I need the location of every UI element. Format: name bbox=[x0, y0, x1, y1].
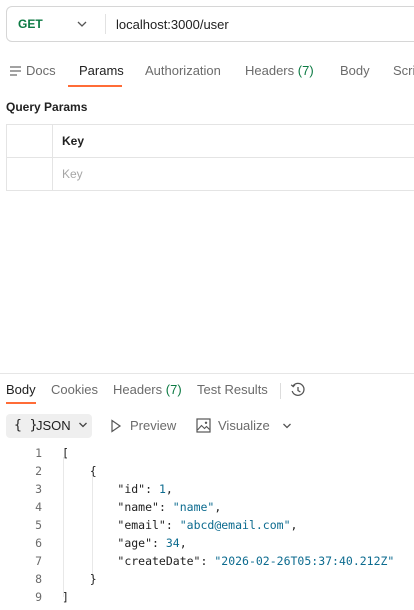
code-line: 8 } bbox=[0, 570, 414, 588]
response-tab-headers-label: Headers bbox=[113, 382, 163, 397]
code-line: 7 "createDate": "2026-02-26T05:37:40.212… bbox=[0, 552, 414, 570]
line-number: 3 bbox=[35, 482, 42, 496]
code-text: "email": "abcd@email.com", bbox=[117, 518, 298, 532]
response-tab-test-results-label: Test Results bbox=[197, 382, 268, 397]
code-line: 6 "age": 34, bbox=[0, 534, 414, 552]
format-json-select[interactable]: { } JSON bbox=[6, 414, 92, 438]
table-header-row: Key bbox=[6, 125, 414, 158]
image-icon bbox=[196, 418, 211, 433]
tab-docs[interactable]: Docs bbox=[10, 54, 56, 87]
tab-params-label: Params bbox=[79, 63, 124, 78]
json-key: "age" bbox=[117, 536, 153, 550]
code-text: } bbox=[62, 572, 97, 586]
code-text: { bbox=[62, 464, 97, 478]
chevron-down-icon[interactable] bbox=[282, 421, 292, 431]
code-text: ] bbox=[62, 590, 69, 604]
line-number: 4 bbox=[35, 500, 42, 514]
code-line: 1[ bbox=[0, 444, 414, 462]
key-column-header: Key bbox=[62, 134, 85, 148]
line-number: 7 bbox=[35, 554, 42, 568]
json-key: "id" bbox=[117, 482, 146, 496]
query-params-table: Key Key bbox=[6, 124, 414, 191]
json-key: "createDate" bbox=[117, 554, 201, 568]
code-text: "name": "name", bbox=[117, 500, 222, 514]
braces-icon: { } bbox=[14, 418, 38, 433]
url-divider bbox=[105, 14, 106, 34]
line-number: 1 bbox=[35, 446, 42, 460]
code-text: "createDate": "2026-02-26T05:37:40.212Z" bbox=[117, 554, 395, 568]
json-key: "email" bbox=[117, 518, 166, 532]
table-row: Key bbox=[6, 158, 414, 191]
code-text: "id": 1, bbox=[117, 482, 173, 496]
tab-docs-label: Docs bbox=[26, 63, 56, 78]
tab-body-label: Body bbox=[340, 63, 370, 78]
history-icon[interactable] bbox=[290, 382, 306, 398]
method-label: GET bbox=[18, 17, 43, 31]
line-number: 2 bbox=[35, 464, 42, 478]
response-format-bar: { } JSON Preview Visualize bbox=[0, 414, 414, 438]
response-tab-headers[interactable]: Headers (7) bbox=[113, 378, 182, 402]
visualize-button[interactable]: Visualize bbox=[218, 414, 270, 438]
json-value: 34 bbox=[165, 536, 180, 550]
json-value: 1 bbox=[158, 482, 166, 496]
tab-authorization[interactable]: Authorization bbox=[145, 54, 221, 87]
line-number: 5 bbox=[35, 518, 42, 532]
tab-headers-count: (7) bbox=[297, 63, 314, 78]
key-input[interactable]: Key bbox=[53, 158, 414, 190]
code-line: 3 "id": 1, bbox=[0, 480, 414, 498]
response-divider[interactable] bbox=[0, 373, 414, 374]
json-value: "2026-02-26T05:37:40.212Z" bbox=[214, 554, 395, 568]
table-check-column bbox=[6, 125, 53, 157]
row-checkbox-cell[interactable] bbox=[6, 158, 53, 190]
active-tab-indicator bbox=[68, 85, 122, 87]
tab-separator bbox=[280, 383, 281, 399]
tab-scripts[interactable]: Scri bbox=[393, 54, 414, 87]
request-tabs: Docs Params Authorization Headers (7) Bo… bbox=[0, 54, 414, 88]
chevron-down-icon bbox=[79, 422, 87, 428]
tab-headers[interactable]: Headers (7) bbox=[245, 54, 314, 87]
json-value: "abcd@email.com" bbox=[179, 518, 291, 532]
method-select[interactable]: GET bbox=[7, 17, 68, 31]
line-number: 6 bbox=[35, 536, 42, 550]
tab-authorization-label: Authorization bbox=[145, 63, 221, 78]
response-tab-cookies-label: Cookies bbox=[51, 382, 98, 397]
response-tab-test-results[interactable]: Test Results bbox=[197, 378, 268, 402]
preview-button[interactable]: Preview bbox=[130, 414, 176, 438]
code-line: 2 { bbox=[0, 462, 414, 480]
json-value: "name" bbox=[172, 500, 215, 514]
code-line: 5 "email": "abcd@email.com", bbox=[0, 516, 414, 534]
response-tabs: Body Cookies Headers (7) Test Results bbox=[0, 378, 414, 404]
url-input[interactable]: localhost:3000/user bbox=[116, 17, 229, 32]
line-number: 9 bbox=[35, 590, 42, 604]
format-label: JSON bbox=[36, 418, 71, 433]
code-line: 4 "name": "name", bbox=[0, 498, 414, 516]
tab-params[interactable]: Params bbox=[79, 54, 124, 87]
play-icon bbox=[111, 419, 122, 433]
active-response-tab-indicator bbox=[6, 402, 36, 404]
tab-body[interactable]: Body bbox=[340, 54, 370, 87]
code-text: "age": 34, bbox=[117, 536, 187, 550]
response-tab-cookies[interactable]: Cookies bbox=[51, 378, 98, 402]
response-tab-headers-count: (7) bbox=[165, 382, 182, 397]
json-key: "name" bbox=[117, 500, 159, 514]
line-number: 8 bbox=[35, 572, 42, 586]
code-line: 9] bbox=[0, 588, 414, 606]
chevron-down-icon[interactable] bbox=[76, 18, 88, 30]
code-text: [ bbox=[62, 446, 69, 460]
query-params-title: Query Params bbox=[6, 100, 88, 114]
response-tab-body-label: Body bbox=[6, 382, 36, 397]
tab-scripts-label: Scri bbox=[393, 63, 414, 78]
response-tab-body[interactable]: Body bbox=[6, 378, 36, 402]
url-bar: GET localhost:3000/user bbox=[6, 6, 414, 42]
docs-icon bbox=[10, 65, 21, 76]
tab-headers-label: Headers bbox=[245, 63, 295, 78]
